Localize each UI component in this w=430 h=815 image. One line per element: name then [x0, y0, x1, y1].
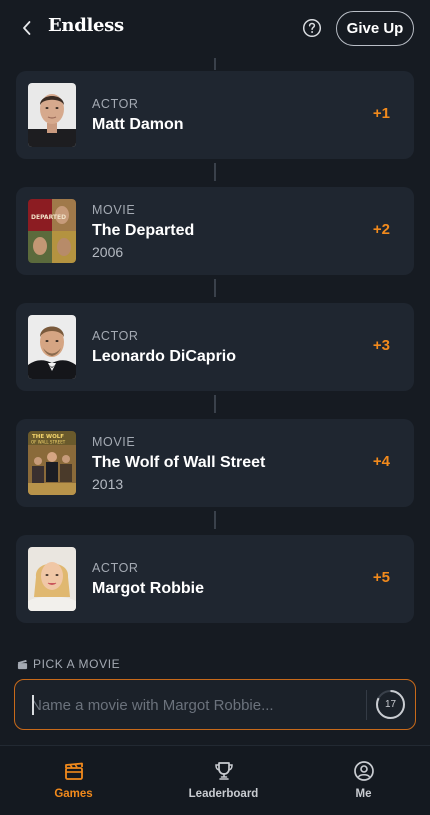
chain-card-movie: DEPARTED MOVIE The Departed 2006 +2 — [16, 187, 414, 275]
movie-input[interactable] — [31, 690, 351, 720]
nav-label: Me — [355, 788, 372, 800]
page-title: Endless — [48, 15, 124, 36]
points-badge: +5 — [372, 569, 390, 586]
chain-connector — [214, 58, 216, 70]
trophy-icon — [214, 762, 233, 780]
nav-item-leaderboard[interactable]: Leaderboard — [152, 746, 295, 815]
svg-text:OF WALL STREET: OF WALL STREET — [31, 440, 66, 445]
chain-connector — [214, 511, 216, 529]
chain-connector — [214, 395, 216, 413]
item-year: 2013 — [92, 476, 124, 492]
help-icon[interactable] — [302, 18, 322, 38]
bottom-nav: Games Leaderboard Me — [0, 745, 430, 815]
item-kind: ACTOR — [92, 561, 139, 575]
points-badge: +1 — [372, 105, 390, 122]
top-bar: Endless Give Up — [0, 0, 430, 57]
item-name: Margot Robbie — [92, 580, 204, 597]
nav-item-me[interactable]: Me — [292, 746, 430, 815]
text-cursor — [32, 695, 34, 715]
timer-seconds: 17 — [384, 699, 397, 710]
points-badge: +2 — [372, 221, 390, 238]
movie-poster: DEPARTED — [28, 199, 76, 263]
item-kind: MOVIE — [92, 203, 136, 217]
nav-label: Games — [54, 788, 93, 800]
item-kind: ACTOR — [92, 329, 139, 343]
points-badge: +3 — [372, 337, 390, 354]
give-up-button[interactable]: Give Up — [336, 11, 414, 46]
chain-card-actor: ACTOR Matt Damon +1 — [16, 71, 414, 159]
chevron-left-icon — [23, 21, 31, 35]
chain-card-actor: ACTOR Margot Robbie +5 — [16, 535, 414, 623]
item-name: The Wolf of Wall Street — [92, 454, 266, 471]
points-badge: +4 — [372, 453, 390, 470]
chain-card-movie: THE WOLF OF WALL STREET MOVIE The Wolf o… — [16, 419, 414, 507]
pick-a-movie-label: PICK A MOVIE — [17, 657, 120, 671]
clapperboard-icon — [64, 762, 83, 780]
item-kind: MOVIE — [92, 435, 136, 449]
item-name: Leonardo DiCaprio — [92, 348, 237, 365]
item-name: Matt Damon — [92, 116, 184, 133]
user-icon — [353, 761, 374, 781]
clapperboard-icon — [17, 659, 28, 669]
chain-card-actor: ACTOR Leonardo DiCaprio +3 — [16, 303, 414, 391]
chain-connector — [214, 163, 216, 181]
actor-photo — [28, 315, 76, 379]
chain-connector — [214, 279, 216, 297]
input-divider — [366, 690, 367, 720]
nav-label: Leaderboard — [188, 788, 259, 800]
back-button[interactable] — [16, 17, 38, 39]
item-kind: ACTOR — [92, 97, 139, 111]
svg-text:DEPARTED: DEPARTED — [31, 214, 66, 221]
movie-poster: THE WOLF OF WALL STREET — [28, 431, 76, 495]
pick-label-text: PICK A MOVIE — [33, 657, 121, 671]
nav-item-games[interactable]: Games — [2, 746, 145, 815]
item-name: The Departed — [92, 222, 195, 239]
actor-photo — [28, 83, 76, 147]
item-year: 2006 — [92, 244, 124, 260]
actor-photo — [28, 547, 76, 611]
movie-search-field[interactable]: 17 — [14, 679, 416, 730]
